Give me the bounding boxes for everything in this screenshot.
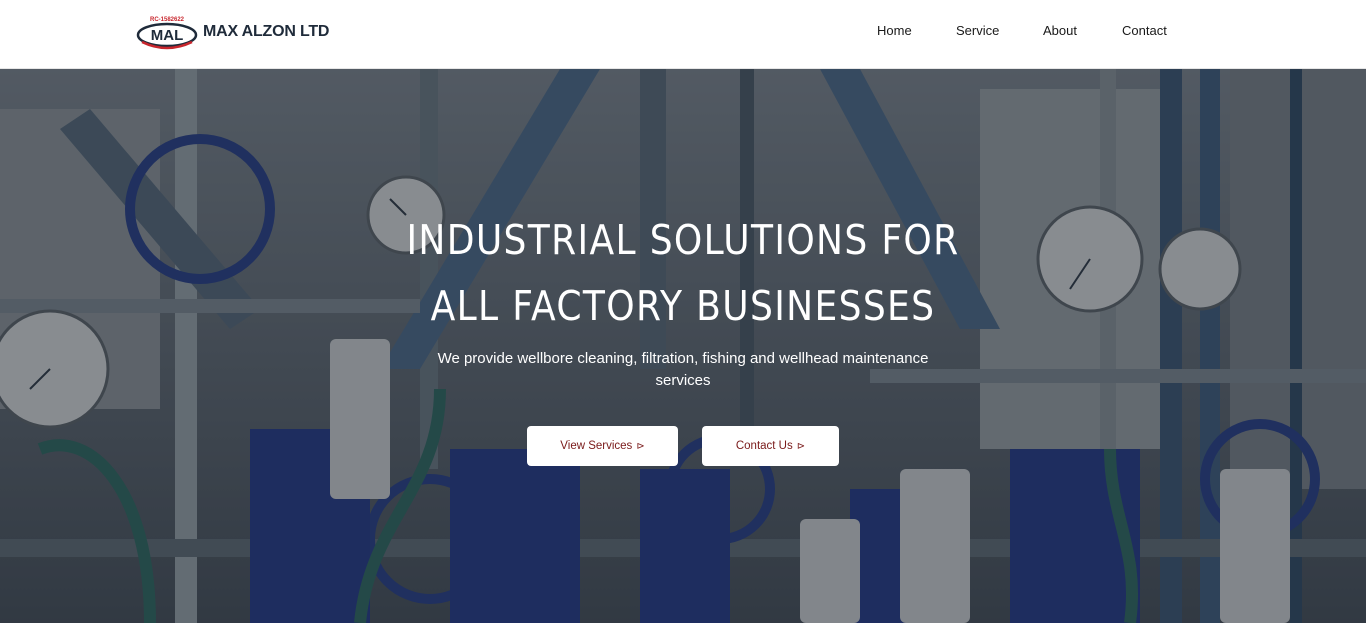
nav-contact[interactable]: Contact — [1122, 23, 1167, 38]
hero-title-line-2: ALL FACTORY BUSINESSES — [430, 282, 936, 330]
contact-us-label: Contact Us — [735, 440, 793, 452]
contact-us-button[interactable]: Contact Us ⊳ — [702, 426, 839, 466]
view-services-button[interactable]: View Services ⊳ — [527, 426, 678, 466]
site-header: MAL RC-1582622 MAX ALZON LTD Home Servic… — [0, 0, 1366, 69]
nav-home[interactable]: Home — [877, 23, 912, 38]
arrow-right-icon: ⊳ — [796, 440, 806, 452]
view-services-label: View Services — [560, 440, 633, 452]
hero-title: INDUSTRIAL SOLUTIONS FOR ALL FACTORY BUS… — [331, 207, 1035, 339]
hero-section: INDUSTRIAL SOLUTIONS FOR ALL FACTORY BUS… — [0, 69, 1366, 623]
hero-title-line-1: INDUSTRIAL SOLUTIONS FOR — [406, 216, 960, 264]
nav-service[interactable]: Service — [956, 23, 999, 38]
nav-about[interactable]: About — [1043, 23, 1077, 38]
hero-subtitle: We provide wellbore cleaning, filtration… — [437, 350, 929, 389]
main-nav: Home Service About Contact — [0, 23, 1366, 43]
arrow-right-icon: ⊳ — [636, 440, 645, 452]
hero-overlay — [0, 69, 1366, 623]
